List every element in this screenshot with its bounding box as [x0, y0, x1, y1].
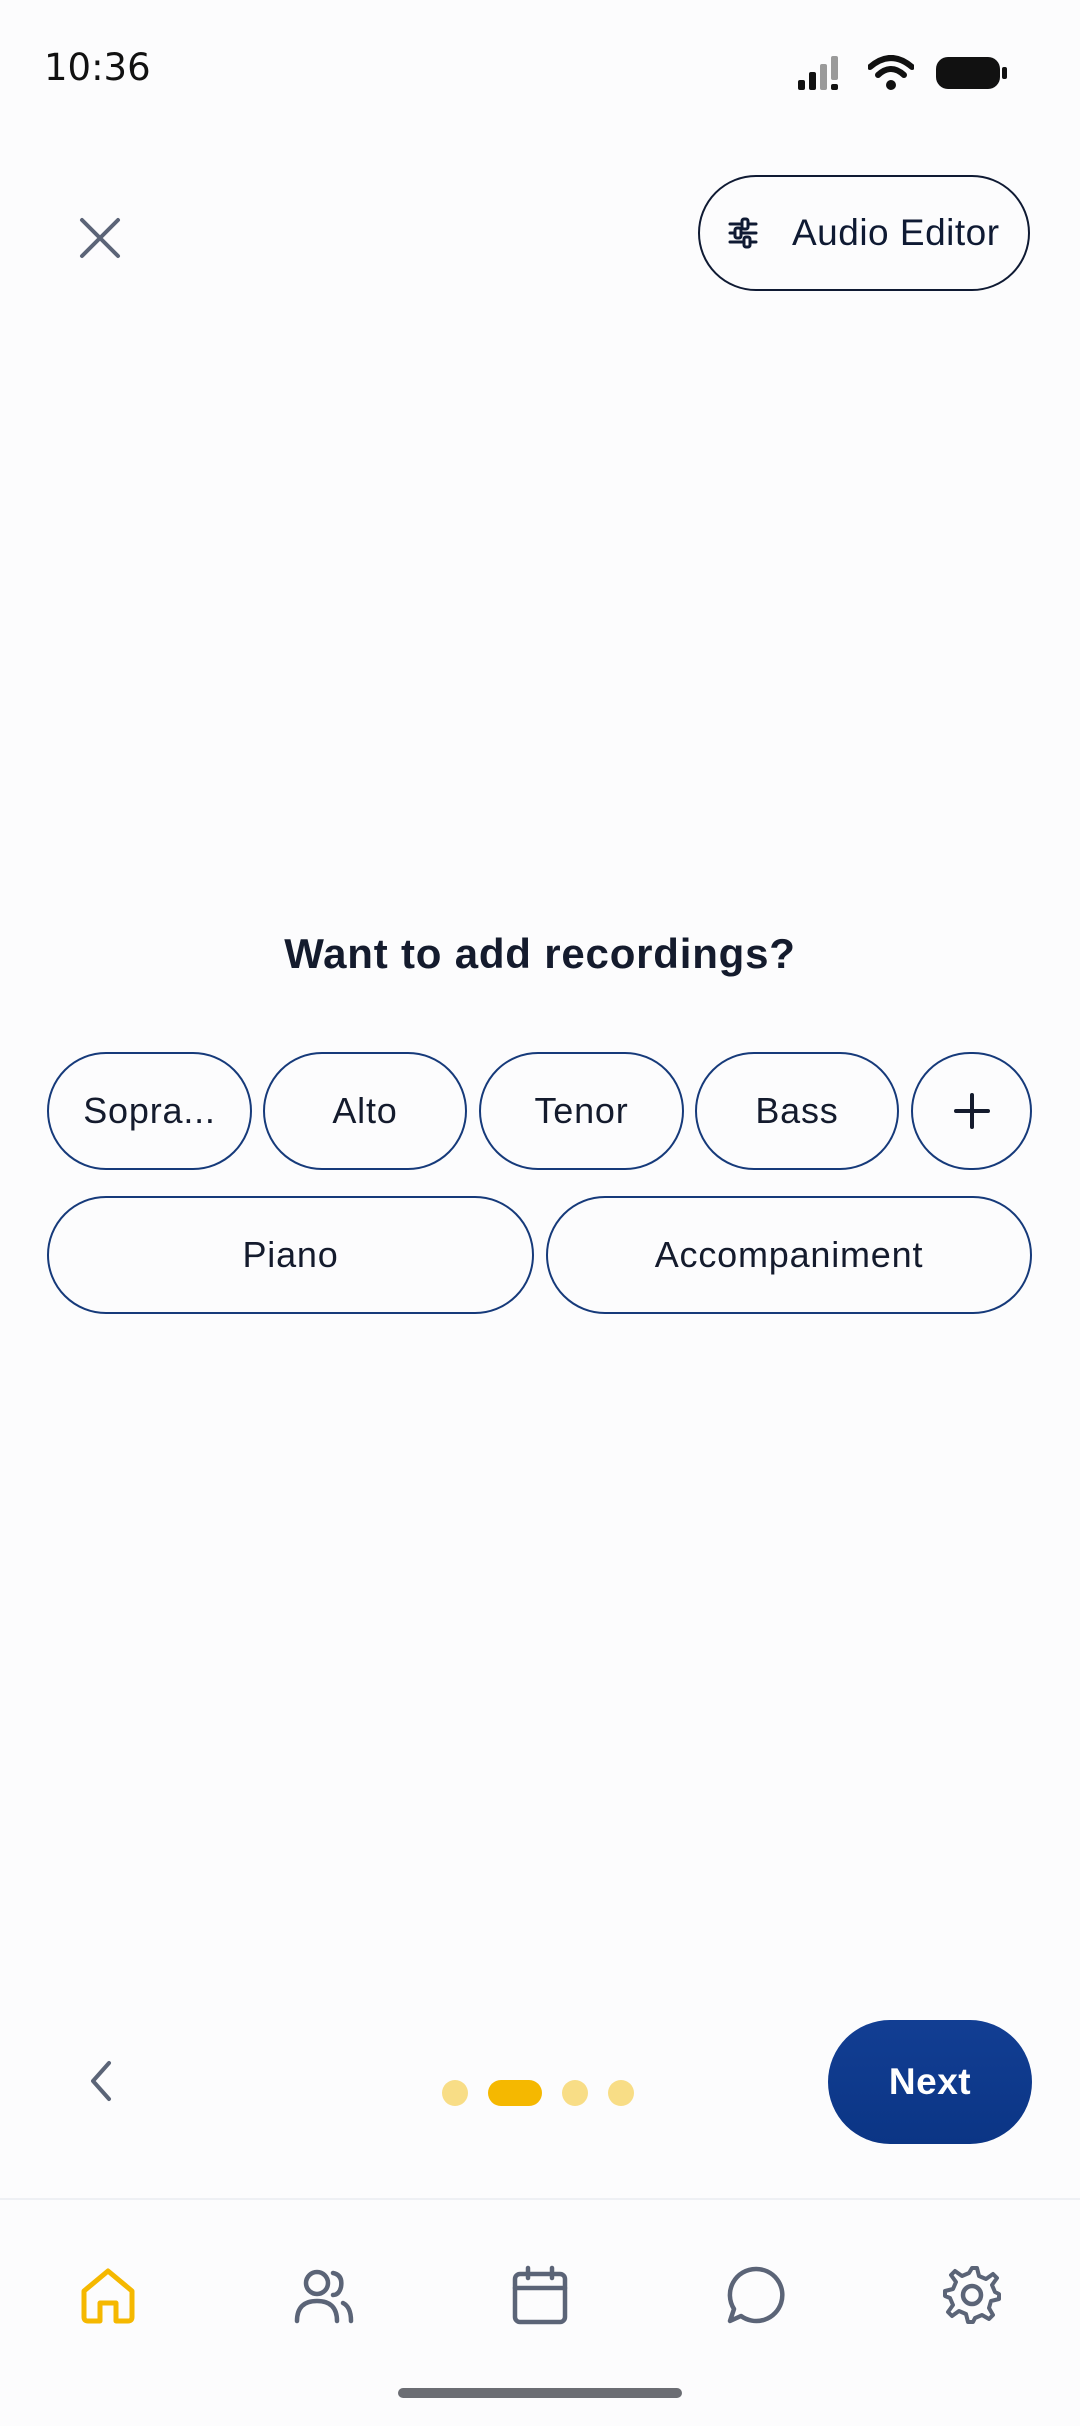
calendar-icon — [512, 2265, 568, 2325]
people-icon — [294, 2269, 354, 2324]
next-button[interactable]: Next — [828, 2020, 1032, 2144]
chip-tenor[interactable]: Tenor — [479, 1052, 684, 1170]
pager-dot — [442, 2080, 468, 2106]
audio-editor-button[interactable]: Audio Editor — [698, 175, 1030, 291]
close-icon — [80, 218, 120, 258]
pager-dot — [608, 2080, 634, 2106]
wifi-icon — [868, 55, 914, 90]
plus-icon — [953, 1093, 990, 1129]
home-icon — [81, 2268, 135, 2324]
recordings-question: Want to add recordings? — [284, 930, 796, 977]
chip-bass[interactable]: Bass — [695, 1052, 899, 1170]
tab-calendar[interactable] — [495, 2250, 585, 2340]
chip-piano[interactable]: Piano — [47, 1196, 534, 1314]
battery-icon — [936, 57, 1007, 89]
gear-icon — [943, 2266, 1001, 2324]
pager-dot — [562, 2080, 588, 2106]
chat-icon — [727, 2266, 785, 2324]
sliders-icon — [728, 217, 758, 249]
close-button[interactable] — [60, 198, 140, 278]
chip-alto[interactable]: Alto — [263, 1052, 467, 1170]
tab-settings[interactable] — [927, 2250, 1017, 2340]
chip-accompaniment[interactable]: Accompaniment — [546, 1196, 1032, 1314]
status-bar: 10:36 — [0, 0, 1080, 140]
add-chip-button[interactable] — [911, 1052, 1032, 1170]
pager-dots — [442, 2080, 634, 2106]
tab-chat[interactable] — [711, 2250, 801, 2340]
chevron-left-icon — [91, 2061, 111, 2101]
tab-home[interactable] — [63, 2250, 153, 2340]
signal-icon — [798, 56, 838, 90]
home-indicator[interactable] — [398, 2388, 682, 2398]
back-button[interactable] — [66, 2046, 136, 2116]
chip-soprano[interactable]: Sopra... — [47, 1052, 252, 1170]
pager-dot-active — [488, 2080, 542, 2106]
tab-people[interactable] — [279, 2250, 369, 2340]
audio-editor-label: Audio Editor — [792, 212, 1000, 253]
status-time: 10:36 — [44, 46, 151, 89]
status-icons — [796, 48, 1008, 98]
